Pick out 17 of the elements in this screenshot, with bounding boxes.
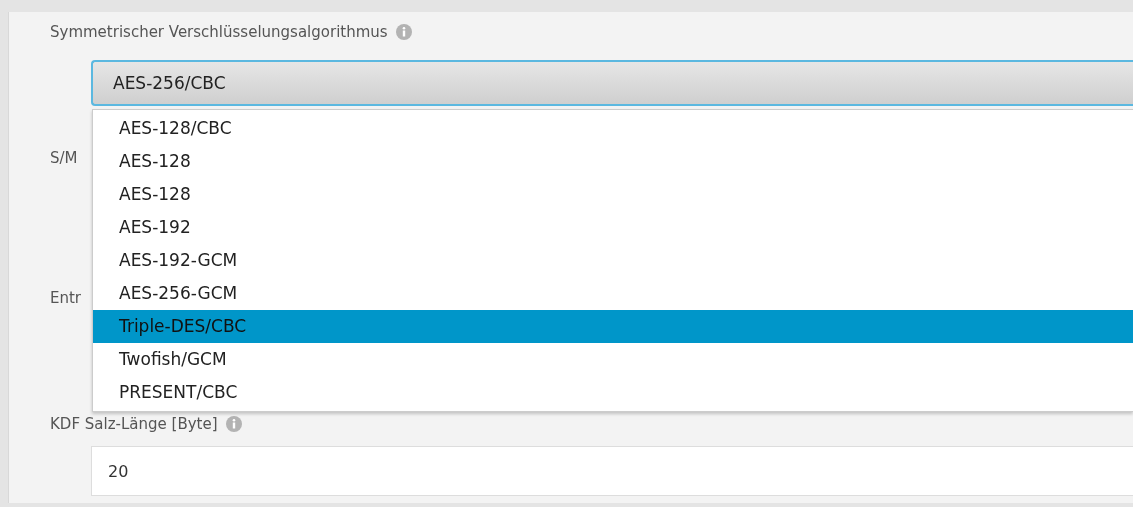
dropdown-option[interactable]: AES-192: [93, 211, 1133, 244]
dropdown-option[interactable]: AES-256-GCM: [93, 277, 1133, 310]
dropdown-option[interactable]: Twofish/GCM: [93, 343, 1133, 376]
dropdown-option[interactable]: Triple-DES/CBC: [93, 310, 1133, 343]
field-label: Entr: [50, 289, 82, 307]
field-label: S/M: [50, 149, 78, 167]
field-label: Symmetrischer Verschlüsselungsalgorithmus: [50, 23, 388, 41]
dropdown-option[interactable]: PRESENT/CBC: [93, 376, 1133, 409]
dropdown-option[interactable]: AES-128: [93, 145, 1133, 178]
algorithm-dropdown[interactable]: AES-256/CBC: [91, 60, 1133, 106]
dropdown-option[interactable]: AES-192-GCM: [93, 244, 1133, 277]
info-icon: [225, 416, 242, 432]
salt-length-field[interactable]: 20: [91, 446, 1133, 496]
field-label: KDF Salz-Länge [Byte]: [50, 415, 218, 433]
dropdown-option[interactable]: AES-128/CBC: [93, 112, 1133, 145]
dropdown-option[interactable]: AES-128: [93, 178, 1133, 211]
info-icon: [395, 24, 412, 40]
